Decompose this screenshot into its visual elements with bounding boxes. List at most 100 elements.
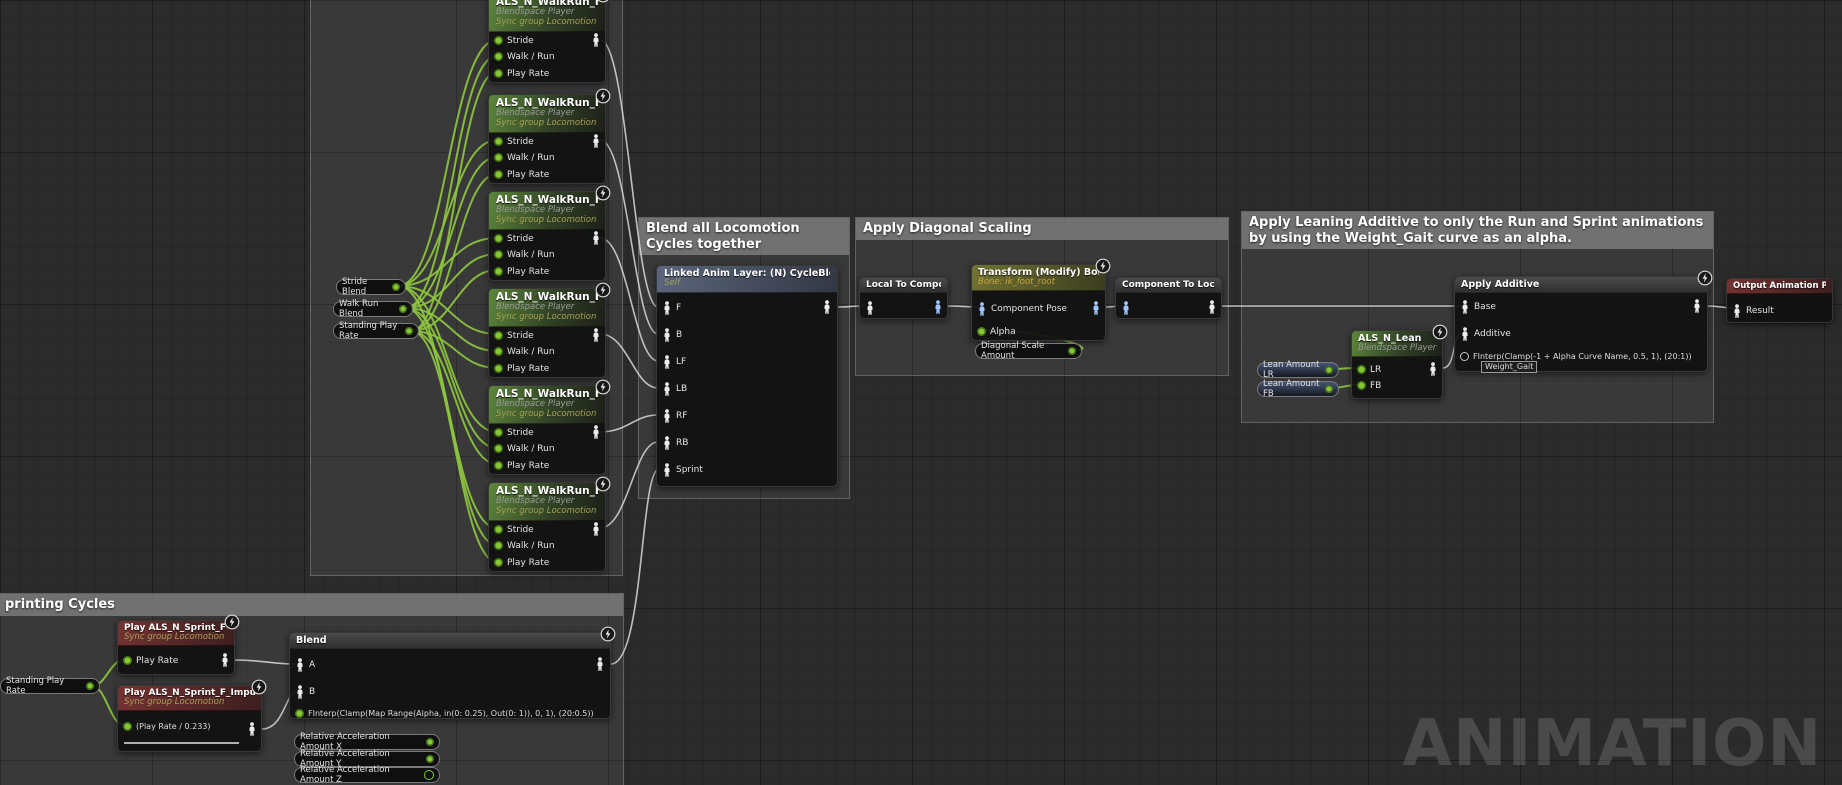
pose-out-pin[interactable] (933, 300, 943, 314)
node-apply-additive[interactable]: Apply Additive Base Additive FInterp(Cla… (1454, 276, 1708, 372)
var-lean-amount-lr[interactable]: Lean Amount LR (1257, 362, 1339, 378)
pin-stride[interactable]: Stride (494, 134, 534, 149)
node-blend[interactable]: Blend A B FInterp(Clamp(Map Range(Alpha,… (289, 632, 611, 719)
node-als-n-walkrun-bl[interactable]: ALS_N_WalkRun_BL Blendspace Player Sync … (488, 288, 606, 378)
pose-out-pin[interactable] (591, 425, 601, 439)
var-walk-run-blend[interactable]: Walk Run Blend (333, 301, 413, 317)
pin-walk-run[interactable]: Walk / Run (494, 247, 555, 262)
node-play-als-n-sprint-f-impulse[interactable]: Play ALS_N_Sprint_F_Impulse Sync group L… (117, 685, 262, 752)
pose-out-pin[interactable] (591, 33, 601, 47)
var-relative-acceleration-x[interactable]: Relative Acceleration Amount X (294, 734, 440, 750)
value-pin (494, 428, 503, 437)
pin-play-rate[interactable]: Play Rate (494, 167, 549, 182)
node-als-n-walkrun-b[interactable]: ALS_N_WalkRun_B Blendspace Player Sync g… (488, 94, 606, 184)
var-stride-blend[interactable]: Stride Blend (336, 279, 406, 295)
pose-out-pin[interactable] (220, 653, 230, 667)
var-label: Relative Acceleration Amount Z (300, 765, 419, 785)
pin-b[interactable]: B (295, 684, 315, 699)
pin-play-rate[interactable]: Play Rate (494, 458, 549, 473)
pose-out-pin[interactable] (591, 134, 601, 148)
pose-out-pin[interactable] (1692, 299, 1702, 313)
pose-in-pin[interactable] (865, 300, 875, 315)
output-pin[interactable] (1068, 347, 1076, 355)
output-pin[interactable] (1325, 385, 1333, 393)
pin-walk-run[interactable]: Walk / Run (494, 150, 555, 165)
node-als-n-walkrun-f[interactable]: ALS_N_WalkRun_F Blendspace Player Sync g… (488, 0, 606, 83)
pin-component-pose[interactable]: Component Pose (977, 301, 1067, 316)
node-als-n-lean[interactable]: ALS_N_Lean Blendspace Player LR FB (1351, 330, 1443, 399)
pin-play-rate[interactable]: Play Rate (494, 361, 549, 376)
node-subtitle: Blendspace Player (1358, 344, 1436, 354)
pin-fb[interactable]: FB (1357, 378, 1381, 393)
pose-out-pin[interactable] (1428, 362, 1438, 376)
pin-play-rate[interactable]: Play Rate (494, 66, 549, 81)
output-pin[interactable] (405, 327, 413, 335)
pin-stride[interactable]: Stride (494, 328, 534, 343)
pin-result[interactable]: Result (1732, 303, 1774, 318)
node-component-to-local[interactable]: Component To Local (1115, 277, 1222, 319)
node-als-n-walkrun-br[interactable]: ALS_N_WalkRun_BR Blendspace Player Sync … (488, 482, 606, 572)
node-local-to-component[interactable]: Local To Component (859, 277, 948, 319)
var-diagonal-scale-amount[interactable]: Diagonal Scale Amount (975, 343, 1082, 359)
output-pin[interactable] (392, 283, 400, 291)
pin-walk-run[interactable]: Walk / Run (494, 441, 555, 456)
var-standing-play-rate[interactable]: Standing Play Rate (333, 323, 419, 339)
pose-out-pin[interactable] (1207, 300, 1217, 314)
pose-out-pin[interactable] (1091, 301, 1101, 315)
pin-alpha[interactable]: Alpha (977, 324, 1016, 339)
var-relative-acceleration-z[interactable]: Relative Acceleration Amount Z (294, 767, 440, 783)
pin-label: Stride (507, 525, 534, 535)
pin-rb[interactable]: RB (662, 435, 688, 450)
node-linked-anim-layer-cycleblending[interactable]: Linked Anim Layer: (N) CycleBlending Sel… (656, 265, 838, 487)
output-pin[interactable] (426, 755, 434, 763)
pin-stride[interactable]: Stride (494, 522, 534, 537)
pose-out-pin[interactable] (591, 231, 601, 245)
animgraph-canvas[interactable]: Blend all Locomotion Cycles together App… (0, 0, 1842, 785)
pin-lb[interactable]: LB (662, 381, 687, 396)
pose-out-pin[interactable] (595, 657, 605, 671)
pin-lf[interactable]: LF (662, 354, 686, 369)
pin-b[interactable]: B (662, 327, 682, 342)
pin-walk-run[interactable]: Walk / Run (494, 49, 555, 64)
pin-play-rate-expression[interactable]: (Play Rate / 0.233) (123, 719, 211, 734)
pin-label: Walk / Run (507, 444, 555, 454)
pose-out-pin[interactable] (822, 300, 832, 314)
output-pin[interactable] (424, 770, 434, 780)
pin-stride[interactable]: Stride (494, 425, 534, 440)
pin-a[interactable]: A (295, 657, 315, 672)
output-pin[interactable] (426, 738, 434, 746)
node-als-n-walkrun-fr[interactable]: ALS_N_WalkRun_FR Blendspace Player Sync … (488, 385, 606, 475)
output-pin[interactable] (399, 305, 407, 313)
pin-stride[interactable]: Stride (494, 231, 534, 246)
pin-base[interactable]: Base (1460, 299, 1496, 314)
node-output-animation-pose[interactable]: Output Animation Pose Result (1726, 278, 1833, 323)
pin-play-rate[interactable]: Play Rate (494, 264, 549, 279)
pin-sprint[interactable]: Sprint (662, 462, 703, 477)
pin-walk-run[interactable]: Walk / Run (494, 538, 555, 553)
pin-lr[interactable]: LR (1357, 362, 1381, 377)
pose-in-pin[interactable] (1121, 300, 1131, 315)
node-sync-group: Sync group Locomotion (496, 313, 598, 323)
pin-additive[interactable]: Additive (1460, 326, 1511, 341)
var-lean-amount-fb[interactable]: Lean Amount FB (1257, 381, 1339, 397)
pose-out-pin[interactable] (247, 722, 257, 736)
pose-person-icon (295, 685, 305, 699)
pose-out-pin[interactable] (591, 328, 601, 342)
value-pin (494, 36, 503, 45)
output-pin[interactable] (86, 682, 94, 690)
pin-play-rate[interactable]: Play Rate (123, 653, 178, 668)
pin-stride[interactable]: Stride (494, 33, 534, 48)
pin-f[interactable]: F (662, 300, 681, 315)
fast-path-icon (1697, 270, 1713, 286)
pin-alpha-expression[interactable]: FInterp(Clamp(Map Range(Alpha, in(0: 0.2… (295, 706, 594, 721)
pin-play-rate[interactable]: Play Rate (494, 555, 549, 570)
output-pin[interactable] (1325, 366, 1333, 374)
node-transform-modify-bone[interactable]: Transform (Modify) Bone Bone: ik_foot_ro… (971, 264, 1106, 341)
pin-rf[interactable]: RF (662, 408, 687, 423)
pose-out-pin[interactable] (591, 522, 601, 536)
var-standing-play-rate-sprint[interactable]: Standing Play Rate (0, 678, 100, 694)
node-als-n-walkrun-fl[interactable]: ALS_N_WalkRun_FL Blendspace Player Sync … (488, 191, 606, 281)
pin-walk-run[interactable]: Walk / Run (494, 344, 555, 359)
node-play-als-n-sprint-f[interactable]: Play ALS_N_Sprint_F Sync group Locomotio… (117, 620, 235, 675)
pin-label: Walk / Run (507, 347, 555, 357)
